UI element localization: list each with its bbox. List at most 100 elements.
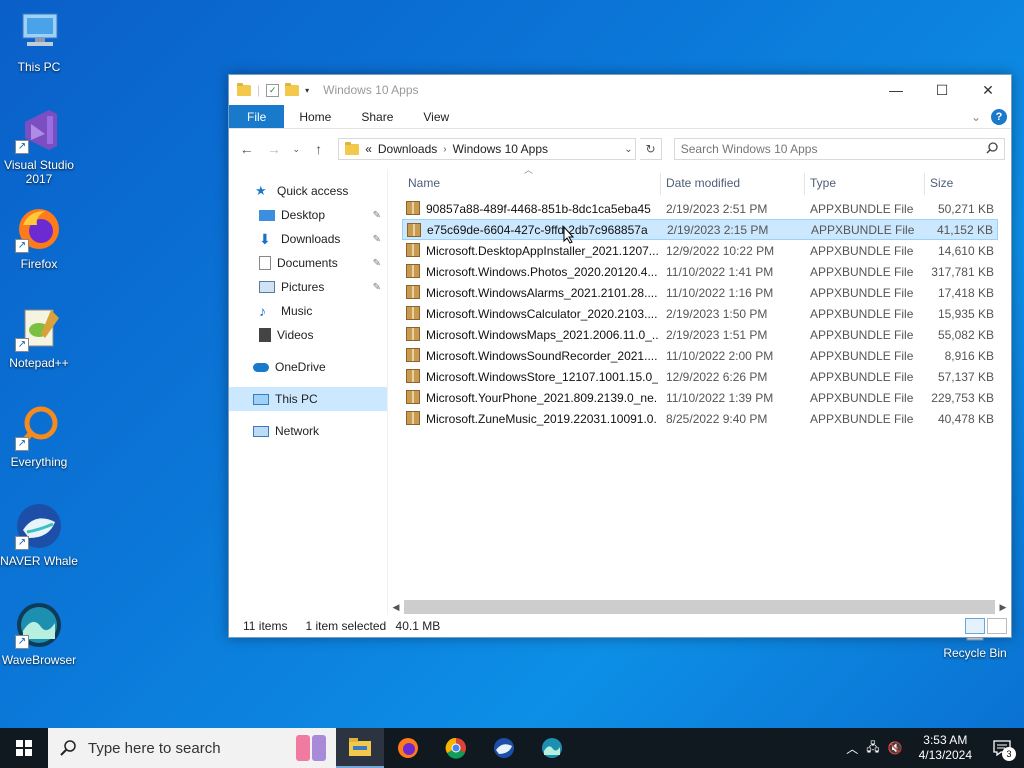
nav-quick-access[interactable]: ★ Quick access [229, 179, 387, 203]
tab-share[interactable]: Share [346, 105, 408, 128]
tab-home[interactable]: Home [284, 105, 346, 128]
column-header-size[interactable]: Size [924, 169, 953, 197]
column-header-type[interactable]: Type [804, 169, 836, 197]
desktop-icon-label: Everything [10, 455, 68, 469]
file-date: 12/9/2022 6:26 PM [666, 369, 768, 384]
taskbar-firefox[interactable] [384, 728, 432, 768]
file-row[interactable]: Microsoft.WindowsMaps_2021.2006.11.0_...… [402, 324, 998, 345]
properties-icon[interactable]: ✓ [266, 83, 280, 97]
desktop-icon-naver-whale[interactable]: ↗ NAVER Whale [0, 502, 78, 568]
network-icon [253, 425, 269, 437]
scrollbar-thumb[interactable] [404, 600, 995, 614]
details-view-icon[interactable] [965, 618, 985, 634]
show-hidden-icons-icon[interactable]: ︿ [846, 740, 858, 757]
refresh-button[interactable]: ↻ [640, 138, 662, 160]
file-type: APPXBUNDLE File [810, 411, 914, 426]
shortcut-arrow-icon: ↗ [15, 140, 29, 154]
expand-ribbon-icon[interactable]: ⌄ [971, 110, 981, 124]
taskbar-search-input[interactable]: Type here to search [88, 740, 284, 757]
desktop-icon-this-pc[interactable]: This PC [0, 8, 78, 74]
nav-music[interactable]: ♪ Music [229, 299, 387, 323]
pin-icon: ✎ [372, 209, 381, 221]
desktop-folder-icon [259, 209, 275, 221]
file-name: Microsoft.YourPhone_2021.809.2139.0_ne..… [426, 390, 658, 405]
file-size: 317,781 KB [931, 264, 994, 279]
file-row[interactable]: Microsoft.YourPhone_2021.809.2139.0_ne..… [402, 387, 998, 408]
title-bar[interactable]: | ✓ ▾ Windows 10 Apps — ☐ ✕ [229, 75, 1011, 105]
file-explorer-window: | ✓ ▾ Windows 10 Apps — ☐ ✕ File Home Sh… [228, 74, 1012, 638]
column-header-date[interactable]: Date modified [660, 169, 740, 197]
file-row[interactable]: Microsoft.ZuneMusic_2019.22031.10091.0..… [402, 408, 998, 429]
tab-view[interactable]: View [408, 105, 464, 128]
selected-count: 1 item selected [305, 619, 387, 633]
forward-arrow-icon[interactable]: → [262, 141, 285, 157]
nav-desktop[interactable]: Desktop ✎ [229, 203, 387, 227]
file-row[interactable]: Microsoft.WindowsCalculator_2020.2103...… [402, 303, 998, 324]
action-center-button[interactable]: 3 [988, 734, 1016, 762]
file-row[interactable]: Microsoft.WindowsStore_12107.1001.15.0_.… [402, 366, 998, 387]
maximize-button[interactable]: ☐ [919, 75, 965, 105]
back-arrow-icon[interactable]: ← [235, 141, 258, 157]
close-button[interactable]: ✕ [965, 75, 1011, 105]
notepadpp-icon: ↗ [15, 304, 63, 352]
new-folder-icon[interactable] [285, 82, 300, 96]
file-name: 90857a88-489f-4468-851b-8dc1ca5eba45 [426, 201, 651, 216]
nav-onedrive[interactable]: OneDrive [229, 355, 387, 379]
breadcrumb-downloads[interactable]: Downloads [378, 142, 437, 156]
taskbar-search-box[interactable]: Type here to search [48, 728, 336, 768]
start-button[interactable] [0, 728, 48, 768]
address-overflow[interactable]: « [365, 142, 372, 156]
horizontal-scrollbar[interactable]: ◀ ▶ [388, 599, 1011, 615]
desktop-icon-visual-studio[interactable]: ↗ Visual Studio 2017 [0, 106, 78, 186]
help-icon[interactable]: ? [991, 108, 1007, 125]
nav-network[interactable]: Network [229, 419, 387, 443]
file-row[interactable]: Microsoft.WindowsSoundRecorder_2021.... 1… [402, 345, 998, 366]
customize-toolbar-icon[interactable]: ▾ [305, 86, 309, 95]
nav-pictures[interactable]: Pictures ✎ [229, 275, 387, 299]
file-row[interactable]: Microsoft.DesktopAppInstaller_2021.1207.… [402, 240, 998, 261]
file-row[interactable]: e75c69de-6604-427c-9ffd-2db7c968857a 2/19… [402, 219, 998, 240]
nav-this-pc[interactable]: This PC [229, 387, 387, 411]
file-row[interactable]: Microsoft.WindowsAlarms_2021.2101.28....… [402, 282, 998, 303]
taskbar-chrome[interactable] [432, 728, 480, 768]
address-bar[interactable]: « Downloads › Windows 10 Apps ⌄ [338, 138, 637, 160]
clock[interactable]: 3:53 AM 4/13/2024 [911, 733, 980, 763]
taskbar-wavebrowser[interactable] [528, 728, 576, 768]
desktop-icon-firefox[interactable]: ↗ Firefox [0, 205, 78, 271]
desktop-icon-notepadpp[interactable]: ↗ Notepad++ [0, 304, 78, 370]
breadcrumb-windows-10-apps[interactable]: Windows 10 Apps [453, 142, 548, 156]
scroll-right-icon[interactable]: ▶ [995, 602, 1011, 613]
desktop-icon-everything[interactable]: ↗ Everything [0, 403, 78, 469]
network-status-icon[interactable]: 🖧 [866, 738, 879, 759]
large-icons-view-icon[interactable] [987, 618, 1007, 634]
scroll-left-icon[interactable]: ◀ [388, 602, 404, 613]
nav-videos[interactable]: Videos [229, 323, 387, 347]
desktop-icon-wavebrowser[interactable]: ↗ WaveBrowser [0, 601, 78, 667]
up-arrow-icon[interactable]: ↑ [307, 141, 330, 157]
address-dropdown-icon[interactable]: ⌄ [621, 144, 635, 155]
nav-downloads[interactable]: ⬇ Downloads ✎ [229, 227, 387, 251]
item-count: 11 items [243, 619, 288, 633]
nav-documents[interactable]: Documents ✎ [229, 251, 387, 275]
chrome-icon [445, 737, 466, 759]
file-row[interactable]: 90857a88-489f-4468-851b-8dc1ca5eba45 2/19… [402, 198, 998, 219]
minimize-button[interactable]: — [873, 75, 919, 105]
file-row[interactable]: Microsoft.Windows.Photos_2020.20120.4...… [402, 261, 998, 282]
nav-label: Desktop [281, 208, 326, 222]
volume-muted-icon[interactable]: 🔇 [888, 741, 903, 755]
toolbar-separator: | [257, 83, 261, 97]
file-type: APPXBUNDLE File [810, 243, 914, 258]
file-size: 57,137 KB [937, 369, 994, 384]
taskbar-naver-whale[interactable] [480, 728, 528, 768]
desktop-icon-label: Firefox [20, 257, 58, 271]
package-file-icon [406, 306, 420, 320]
column-header-name[interactable]: Name [402, 169, 440, 197]
tab-file[interactable]: File [229, 105, 285, 128]
breadcrumb-separator-icon[interactable]: › [443, 144, 446, 155]
recent-locations-icon[interactable]: ⌄ [289, 144, 303, 155]
search-input[interactable]: Search Windows 10 Apps [681, 142, 986, 156]
taskbar-file-explorer[interactable] [336, 728, 384, 768]
nav-label: Videos [277, 328, 314, 342]
computer-icon [253, 393, 269, 405]
search-box[interactable]: Search Windows 10 Apps [673, 138, 1006, 160]
